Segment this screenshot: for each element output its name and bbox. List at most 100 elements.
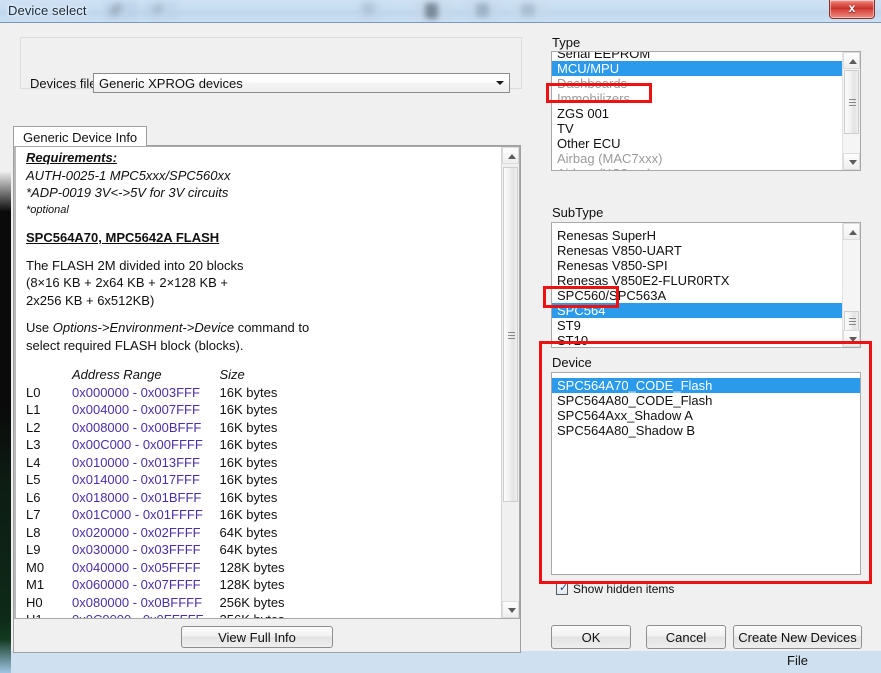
triangle-up-icon — [849, 230, 857, 235]
subtype-listbox[interactable]: Renesas SuperH Renesas V850-UART Renesas V… — [551, 222, 861, 348]
type-item-3[interactable]: Immobilizers — [552, 91, 843, 106]
scroll-up-button[interactable] — [843, 223, 860, 240]
subtype-item-2[interactable]: Renesas V850-SPI — [552, 258, 843, 273]
scrollbar-thumb[interactable] — [844, 70, 859, 134]
ghost-toolbar-icon — [362, 3, 375, 15]
device-listbox[interactable]: SPC564A70_CODE_Flash SPC564A80_CODE_Flash… — [551, 372, 861, 575]
triangle-up-icon — [508, 154, 516, 159]
check-icon: ✓ — [559, 582, 569, 594]
device-select-window: Device select x Devices file: Generic XP… — [0, 0, 881, 673]
scroll-down-button[interactable] — [843, 330, 860, 347]
type-item-4[interactable]: ZGS 001 — [552, 106, 843, 121]
table-cell: 0x080000 - 0x0BFFFF — [72, 594, 203, 610]
table-row: L0 0x000000 - 0x003FFF 16K bytes — [26, 384, 285, 402]
table-cell: L6 — [26, 489, 41, 505]
devices-file-combobox[interactable]: Generic XPROG devices — [93, 73, 510, 93]
type-item-8[interactable]: Airbag (XC2xxx) — [552, 166, 843, 170]
chip-title: SPC564A70, MPC5642A FLASH — [26, 230, 220, 245]
usage-menu-path: Options->Environment->Device — [52, 320, 235, 335]
info-scrollbar[interactable] — [501, 147, 519, 618]
table-cell: L9 — [26, 542, 41, 557]
scroll-down-button[interactable] — [502, 601, 519, 618]
type-item-6[interactable]: Other ECU — [552, 136, 843, 151]
subtype-scrollbar[interactable] — [842, 223, 860, 347]
subtype-item-0[interactable]: Renesas SuperH — [552, 228, 843, 243]
scroll-up-button[interactable] — [502, 147, 519, 164]
requirements-line-1: AUTH-0025-1 MPC5xxx/SPC560xx — [26, 167, 231, 183]
table-row: M0 0x040000 - 0x05FFFF 128K bytes — [26, 559, 285, 577]
type-item-7[interactable]: Airbag (MAC7xxx) — [552, 151, 843, 166]
table-cell: 0x008000 - 0x00BFFF — [72, 419, 202, 435]
table-cell: 0x010000 - 0x013FFF — [72, 454, 200, 470]
subtype-item-1[interactable]: Renesas V850-UART — [552, 243, 843, 258]
description-line-3: 2x256 KB + 6x512KB) — [26, 292, 155, 308]
close-button[interactable]: x — [829, 0, 875, 19]
table-cell: 0x0C0000 - 0x0FFFFF — [72, 611, 204, 618]
type-item-2[interactable]: Dashboards — [552, 76, 843, 91]
table-cell: 0x014000 - 0x017FFF — [72, 472, 200, 487]
triangle-up-icon — [849, 59, 857, 64]
chevron-down-icon — [496, 81, 504, 85]
table-cell: 0x01C000 - 0x01FFFF — [72, 507, 203, 522]
subtype-item-7[interactable]: ST10 — [552, 333, 843, 347]
table-cell: H1 — [26, 611, 72, 618]
subtype-item-6[interactable]: ST9 — [552, 318, 843, 333]
tab-generic-device-info[interactable]: Generic Device Info — [13, 126, 148, 146]
table-cell: 256K bytes — [204, 611, 285, 618]
table-cell: 256K bytes — [219, 594, 285, 610]
device-item-1[interactable]: SPC564A80_CODE_Flash — [552, 393, 858, 408]
type-item-5[interactable]: TV — [552, 121, 843, 136]
device-listbox-items: SPC564A70_CODE_Flash SPC564A80_CODE_Flash… — [552, 378, 860, 438]
scroll-down-button[interactable] — [843, 153, 860, 170]
table-cell: 0x004000 - 0x007FFF — [72, 402, 200, 417]
table-cell: 0x060000 - 0x07FFFF — [72, 577, 201, 592]
subtype-item-4[interactable]: SPC560/SPC563A — [552, 288, 843, 303]
usage-line-2: select required FLASH block (blocks). — [26, 337, 244, 353]
table-cell: 16K bytes — [219, 419, 278, 435]
device-info-panel: Requirements: AUTH-0025-1 MPC5xxx/SPC560… — [14, 146, 520, 619]
screen-edge-artifact-lower — [0, 617, 11, 673]
scrollbar-thumb[interactable] — [503, 167, 518, 502]
table-cell: M0 — [26, 559, 45, 575]
subtype-item-5[interactable]: SPC564 — [552, 303, 860, 318]
ok-button[interactable]: OK — [551, 625, 631, 649]
table-header-row: Address Range Size — [26, 366, 285, 384]
triangle-down-icon — [508, 608, 516, 613]
table-cell: 16K bytes — [219, 454, 278, 470]
subtype-listbox-items: Renesas SuperH Renesas V850-UART Renesas V… — [552, 228, 860, 347]
create-new-devices-file-button[interactable]: Create New Devices File — [733, 625, 862, 668]
table-row: M1 0x060000 - 0x07FFFF 128K bytes — [26, 576, 285, 594]
scrollbar-thumb[interactable] — [844, 311, 859, 331]
usage-suffix: command to — [234, 320, 310, 335]
type-scrollbar[interactable] — [842, 52, 860, 170]
table-cell: 128K bytes — [219, 577, 285, 592]
table-cell: L8 — [26, 524, 41, 540]
show-hidden-items-checkbox[interactable]: ✓ — [556, 582, 569, 595]
ghost-toolbar-icon — [476, 3, 489, 17]
device-item-0[interactable]: SPC564A70_CODE_Flash — [552, 378, 860, 393]
device-label: Device — [552, 355, 592, 370]
type-item-0[interactable]: Serial EEPROM — [552, 52, 843, 61]
scroll-up-button[interactable] — [843, 52, 860, 69]
view-full-info-button[interactable]: View Full Info — [181, 626, 333, 648]
ghost-toolbar-icon — [521, 4, 535, 16]
flash-block-table-body: L0 0x000000 - 0x003FFF 16K bytes L1 0x004000… — [26, 384, 285, 619]
window-titlebar: Device select x — [0, 0, 881, 22]
table-cell: 0x040000 - 0x05FFFF — [72, 559, 201, 575]
table-row: L9 0x030000 - 0x03FFFF 64K bytes — [26, 541, 285, 559]
flash-block-table-head: Address Range Size — [26, 366, 285, 384]
requirements-line-2: *ADP-0019 3V<->5V for 3V circuits — [26, 185, 229, 200]
device-item-3[interactable]: SPC564A80_Shadow B — [552, 423, 858, 438]
table-cell: L1 — [26, 402, 41, 417]
type-item-1[interactable]: MCU/MPU — [552, 61, 860, 76]
type-label: Type — [552, 35, 581, 50]
cancel-button[interactable]: Cancel — [646, 625, 726, 649]
table-cell: L3 — [26, 437, 41, 452]
requirements-line-3: *optional — [26, 203, 69, 216]
table-header-cell — [26, 366, 72, 384]
table-cell: M1 — [26, 577, 45, 592]
device-item-2[interactable]: SPC564Axx_Shadow A — [552, 408, 858, 423]
table-cell: 16K bytes — [219, 384, 278, 400]
type-listbox[interactable]: Serial EEPROM MCU/MPU Dashboards Immobilize… — [551, 51, 861, 171]
subtype-item-3[interactable]: Renesas V850E2-FLUR0RTX — [552, 273, 843, 288]
